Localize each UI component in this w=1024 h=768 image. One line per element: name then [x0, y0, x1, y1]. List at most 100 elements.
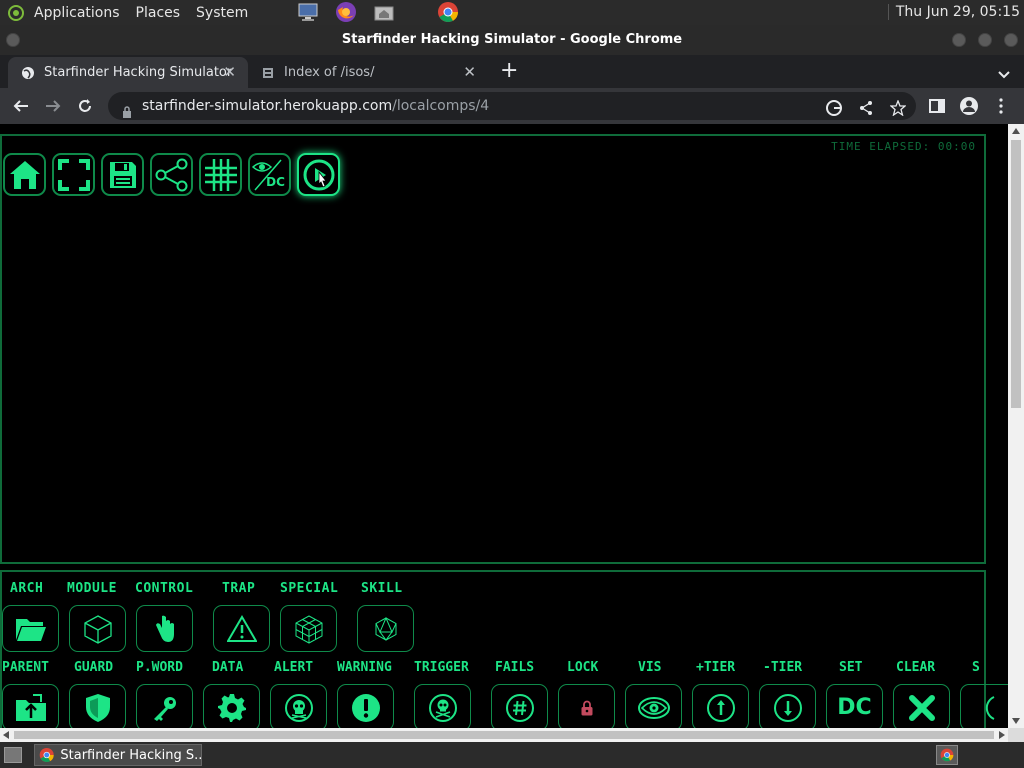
clock[interactable]: Thu Jun 29, 05:15 [887, 4, 1020, 20]
tab-close-icon[interactable]: ✕ [463, 63, 476, 81]
save-icon [109, 161, 136, 188]
taskbar-chrome-window[interactable]: Starfinder Hacking S... [34, 744, 202, 766]
node-label-data: DATA [212, 660, 244, 675]
gnome-logo-icon[interactable] [8, 4, 24, 21]
hacking-canvas[interactable]: TIME ELAPSED: 00:00 DC [0, 134, 986, 564]
category-module-button[interactable] [69, 605, 126, 652]
warning-triangle-icon [226, 614, 257, 642]
category-special-button[interactable] [280, 605, 337, 652]
bookmark-star-icon[interactable] [889, 98, 907, 117]
node-clear-button[interactable] [893, 684, 950, 728]
fullscreen-icon [57, 158, 90, 191]
share-icon [155, 158, 187, 191]
show-desktop-icon[interactable] [4, 747, 22, 763]
back-icon[interactable] [10, 95, 32, 117]
side-panel-icon[interactable] [926, 95, 948, 117]
gear-icon [217, 693, 246, 722]
scroll-right-icon[interactable] [999, 731, 1005, 739]
minimize-icon[interactable] [952, 33, 966, 47]
window-menu-icon[interactable] [6, 33, 20, 47]
launchers [296, 1, 474, 23]
menu-applications[interactable]: Applications [34, 5, 120, 21]
tab-isos[interactable]: Index of /isos/ ✕ [248, 57, 488, 88]
category-trap-button[interactable] [213, 605, 270, 652]
category-label-trap: TRAP [222, 581, 256, 596]
visibility-dc-button[interactable]: DC [248, 153, 291, 196]
home-folder-launcher-icon[interactable] [372, 1, 396, 23]
category-skill-button[interactable] [357, 605, 414, 652]
tab-close-icon[interactable]: ✕ [223, 63, 236, 81]
save-button[interactable] [101, 153, 144, 196]
menu-system[interactable]: System [196, 5, 248, 21]
profile-avatar-icon[interactable] [958, 95, 980, 117]
node-label-fails: FAILS [495, 660, 535, 675]
new-tab-icon[interactable]: + [500, 60, 518, 82]
node-pword-button[interactable] [136, 684, 193, 728]
node-trigger-button[interactable] [414, 684, 471, 728]
horizontal-scroll-thumb[interactable] [14, 731, 994, 739]
globe-favicon-icon [20, 65, 36, 81]
window-title: Starfinder Hacking Simulator - Google Ch… [341, 32, 683, 47]
fullscreen-button[interactable] [52, 153, 95, 196]
chrome-menu-icon[interactable] [990, 95, 1012, 117]
category-control-button[interactable] [136, 605, 193, 652]
node-plus-tier-button[interactable] [692, 684, 749, 728]
node-set-button[interactable]: DC [826, 684, 883, 728]
node-guard-button[interactable] [69, 684, 126, 728]
share-page-icon[interactable] [858, 98, 874, 115]
maximize-icon[interactable] [978, 33, 992, 47]
address-bar[interactable]: starfinder-simulator.herokuapp.com/local… [108, 92, 916, 120]
node-lock-button[interactable] [558, 684, 615, 728]
skull-icon [284, 693, 313, 722]
folder-icon [15, 618, 46, 641]
node-fails-button[interactable] [491, 684, 548, 728]
node-label-trigger: TRIGGER [414, 660, 469, 675]
forward-icon[interactable] [42, 95, 64, 117]
firefox-launcher-icon[interactable] [334, 1, 358, 23]
node-alert-button[interactable] [270, 684, 327, 728]
category-arch-button[interactable] [2, 605, 59, 652]
monitor-launcher-icon[interactable] [296, 1, 320, 23]
dc-label: DC [266, 174, 285, 189]
play-icon [303, 159, 334, 190]
hash-icon [505, 693, 534, 722]
play-button[interactable] [297, 153, 340, 196]
node-warning-button[interactable] [337, 684, 394, 728]
scroll-up-icon[interactable] [1012, 128, 1020, 134]
share-button[interactable] [150, 153, 193, 196]
browser-toolbar: starfinder-simulator.herokuapp.com/local… [0, 88, 1024, 124]
node-label-lock: LOCK [567, 660, 599, 675]
app-toolbar: DC [3, 153, 346, 196]
node-data-button[interactable] [203, 684, 260, 728]
vertical-scrollbar[interactable] [1008, 124, 1024, 728]
tab-starfinder[interactable]: Starfinder Hacking Simulator ✕ [8, 57, 248, 88]
dc-icon: DC [837, 695, 872, 720]
grid-button[interactable] [199, 153, 242, 196]
google-lens-icon[interactable] [826, 98, 842, 116]
menu-places[interactable]: Places [136, 5, 181, 21]
tab-search-chevron-icon[interactable] [998, 64, 1010, 83]
category-label-special: SPECIAL [280, 581, 339, 596]
node-parent-button[interactable] [2, 684, 59, 728]
arrow-down-icon [773, 693, 802, 722]
node-label-warning: WARNING [337, 660, 392, 675]
scroll-left-icon[interactable] [3, 731, 9, 739]
vertical-scroll-thumb[interactable] [1011, 140, 1021, 408]
grid-cube-icon [295, 614, 322, 644]
exclamation-icon [351, 693, 380, 722]
reload-icon[interactable] [74, 95, 96, 117]
shield-icon [85, 693, 110, 722]
bottom-taskbar: Starfinder Hacking S... [0, 742, 1024, 768]
close-window-icon[interactable] [1004, 33, 1018, 47]
node-vis-button[interactable] [625, 684, 682, 728]
node-s-button[interactable] [960, 684, 1008, 728]
workspace-switcher-icon[interactable] [936, 745, 958, 765]
home-button[interactable] [3, 153, 46, 196]
window-titlebar[interactable]: Starfinder Hacking Simulator - Google Ch… [0, 25, 1024, 55]
horizontal-scrollbar[interactable] [0, 728, 1008, 742]
scroll-down-icon[interactable] [1012, 718, 1020, 724]
arrow-up-icon [706, 693, 735, 722]
node-minus-tier-button[interactable] [759, 684, 816, 728]
chrome-launcher-icon[interactable] [436, 1, 460, 23]
node-label-s: S [972, 660, 980, 675]
